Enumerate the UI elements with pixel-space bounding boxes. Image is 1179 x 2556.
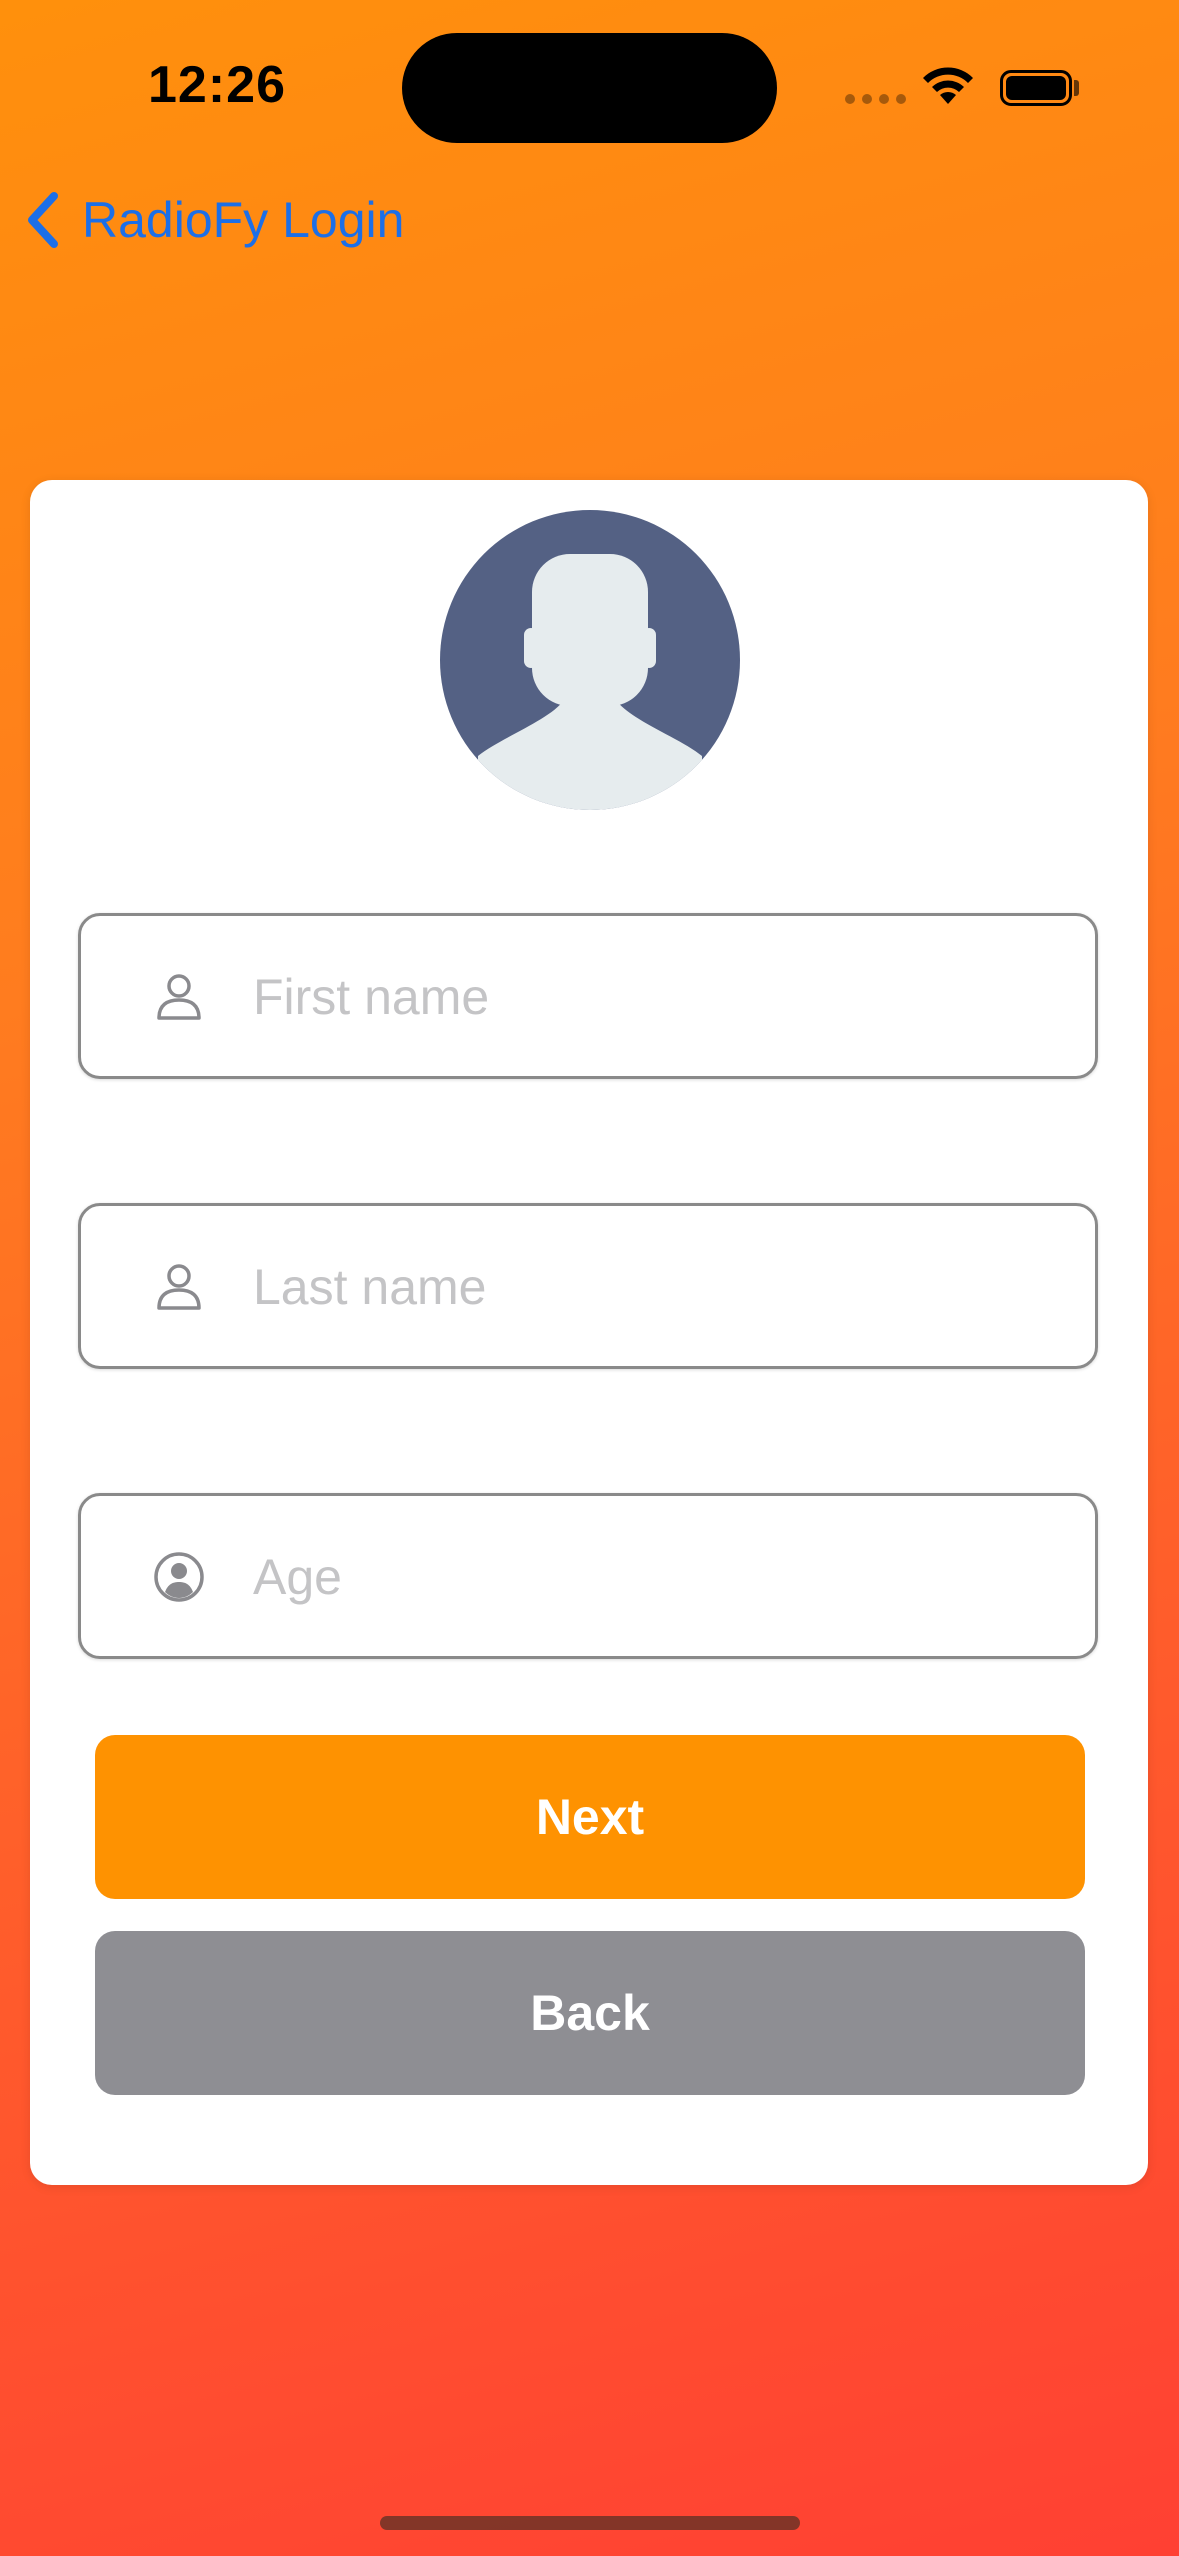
age-input[interactable] [251, 1526, 1055, 1628]
person-circle-icon [154, 1552, 204, 1602]
last-name-input[interactable] [251, 1236, 1055, 1338]
person-icon [157, 974, 201, 1020]
nav-back-button[interactable]: RadioFy Login [24, 190, 404, 250]
battery-tip [1074, 80, 1079, 96]
dynamic-island [402, 33, 777, 143]
first-name-field[interactable] [78, 913, 1098, 1079]
last-name-field[interactable] [78, 1203, 1098, 1369]
status-time: 12:26 [148, 56, 286, 114]
next-button[interactable]: Next [95, 1735, 1085, 1899]
avatar-placeholder-icon [440, 510, 740, 810]
battery-icon [1000, 70, 1072, 106]
chevron-left-icon [28, 192, 58, 248]
signup-card: Next Back [30, 480, 1148, 2185]
first-name-input[interactable] [251, 946, 1055, 1048]
nav-back-label: RadioFy Login [82, 192, 405, 248]
back-button[interactable]: Back [95, 1931, 1085, 2095]
home-indicator[interactable] [380, 2516, 800, 2530]
status-bar: 12:26 [0, 0, 1179, 180]
cellular-signal-icon [845, 94, 906, 104]
age-field[interactable] [78, 1493, 1098, 1659]
wifi-icon [923, 67, 973, 104]
person-icon [157, 1264, 201, 1310]
